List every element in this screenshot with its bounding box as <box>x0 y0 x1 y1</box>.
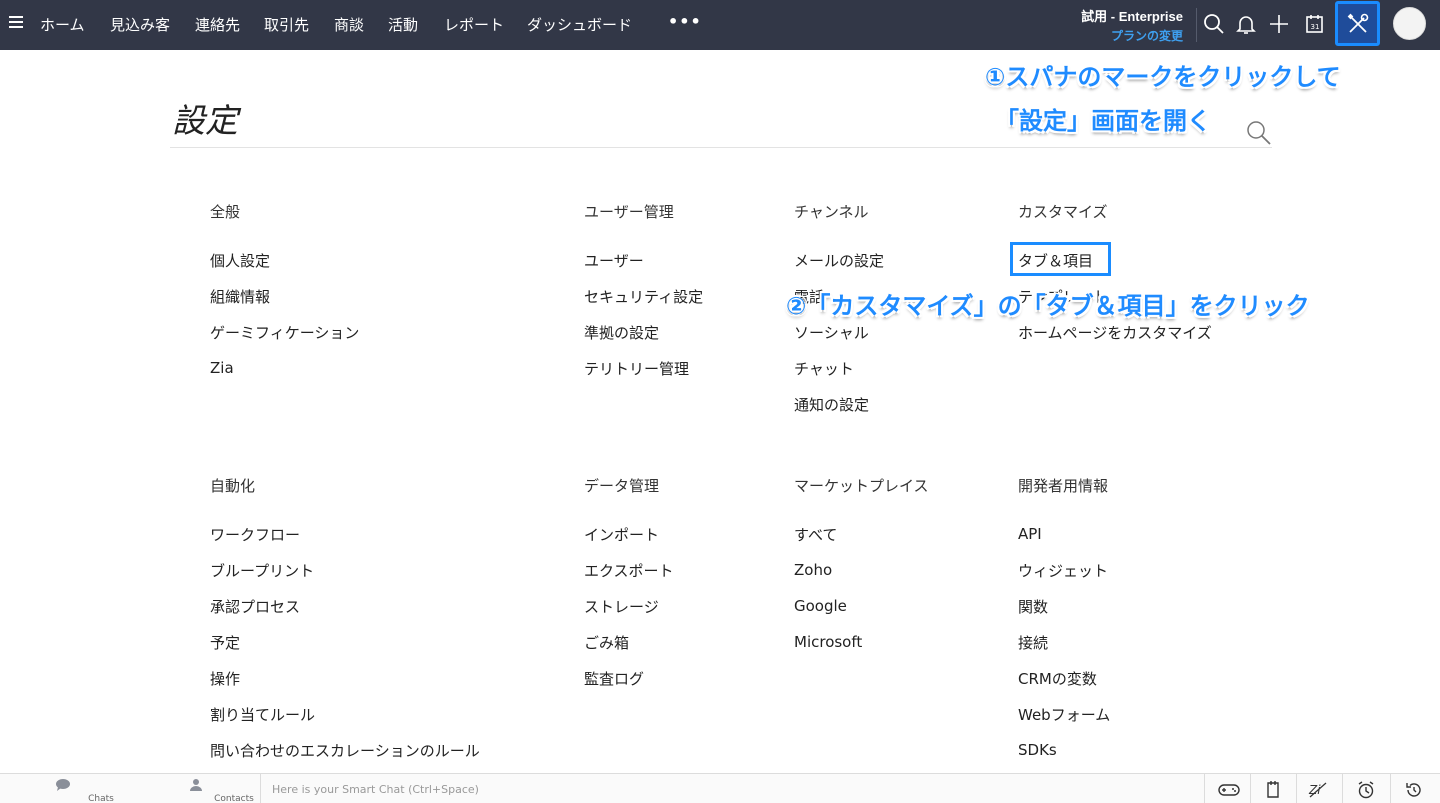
add-icon[interactable] <box>1267 12 1291 36</box>
section-heading-channels: チャンネル <box>794 203 869 221</box>
link-marketplace-microsoft[interactable]: Microsoft <box>794 633 862 651</box>
link-territory-management[interactable]: テリトリー管理 <box>584 358 689 379</box>
bottom-divider <box>1204 774 1205 803</box>
chat-bubble-icon <box>56 779 70 791</box>
link-schedules[interactable]: 予定 <box>210 632 240 653</box>
link-company-details[interactable]: 組織情報 <box>210 286 270 307</box>
section-heading-automation: 自動化 <box>210 477 256 495</box>
link-workflow[interactable]: ワークフロー <box>210 524 300 545</box>
nav-item-contacts[interactable]: 連絡先 <box>195 14 240 35</box>
link-approval-process[interactable]: 承認プロセス <box>210 596 300 617</box>
link-assignment-rules[interactable]: 割り当てルール <box>210 704 315 725</box>
setup-wrench-button[interactable] <box>1335 1 1380 46</box>
annotation-step2: ②「カスタマイズ」の「タブ＆項目」をクリック <box>786 292 1310 320</box>
link-crm-variables[interactable]: CRMの変数 <box>1018 668 1097 689</box>
link-widgets[interactable]: ウィジェット <box>1018 560 1108 581</box>
settings-search-icon[interactable] <box>1244 118 1272 146</box>
more-menu-icon[interactable]: ••• <box>668 12 702 31</box>
link-blueprint[interactable]: ブループリント <box>210 560 314 581</box>
contacts-button[interactable]: Contacts <box>158 774 254 803</box>
alarm-clock-icon[interactable] <box>1356 780 1376 800</box>
bottom-divider <box>1342 774 1343 803</box>
zia-icon[interactable]: Zi <box>1308 780 1328 800</box>
link-recycle-bin[interactable]: ごみ箱 <box>584 632 629 653</box>
link-import[interactable]: インポート <box>584 524 659 545</box>
link-marketplace-all[interactable]: すべて <box>794 524 837 545</box>
link-personal-settings[interactable]: 個人設定 <box>210 250 270 271</box>
nav-item-reports[interactable]: レポート <box>444 14 504 35</box>
bottom-divider <box>1250 774 1251 803</box>
link-users[interactable]: ユーザー <box>584 250 644 271</box>
bottom-divider <box>1296 774 1297 803</box>
change-plan-link[interactable]: プランの変更 <box>1111 27 1183 44</box>
section-heading-customize: カスタマイズ <box>1018 203 1108 221</box>
link-email-settings[interactable]: メールの設定 <box>794 250 884 271</box>
link-customize-home-page[interactable]: ホームページをカスタマイズ <box>1018 322 1212 343</box>
notification-bell-icon[interactable] <box>1234 12 1258 36</box>
user-avatar[interactable] <box>1393 7 1426 40</box>
hamburger-menu-icon[interactable] <box>9 16 23 28</box>
nav-divider <box>1196 8 1197 42</box>
link-zia[interactable]: Zia <box>210 359 234 377</box>
nav-item-home[interactable]: ホーム <box>40 14 85 35</box>
history-icon[interactable] <box>1404 780 1424 800</box>
bottom-divider <box>1390 774 1391 803</box>
nav-item-leads[interactable]: 見込み客 <box>110 14 170 35</box>
smart-chat-input[interactable]: Here is your Smart Chat (Ctrl+Space) <box>262 774 1192 803</box>
chats-button[interactable]: Chats <box>25 774 114 803</box>
search-icon[interactable] <box>1202 12 1226 36</box>
link-notification-settings[interactable]: 通知の設定 <box>794 394 869 415</box>
bottom-bar: Chats Contacts Here is your Smart Chat (… <box>0 773 1440 803</box>
section-heading-users: ユーザー管理 <box>584 203 674 221</box>
link-marketplace-zoho[interactable]: Zoho <box>794 561 832 579</box>
nav-item-activities[interactable]: 活動 <box>388 14 418 35</box>
link-audit-log[interactable]: 監査ログ <box>584 668 644 689</box>
calendar-icon[interactable]: 31 <box>1303 12 1327 36</box>
top-navigation-bar: ホーム 見込み客 連絡先 取引先 商談 活動 レポート ダッシュボード ••• … <box>0 0 1440 50</box>
link-gamification[interactable]: ゲーミフィケーション <box>210 322 359 343</box>
link-api[interactable]: API <box>1018 525 1042 543</box>
annotation-step1-line2: 「設定」画面を開く <box>995 107 1211 135</box>
link-storage[interactable]: ストレージ <box>584 596 659 617</box>
tabs-and-fields-highlight-box <box>1010 242 1111 276</box>
notes-icon[interactable] <box>1264 780 1284 800</box>
title-divider <box>170 147 1272 148</box>
svg-text:Zi: Zi <box>1308 783 1321 797</box>
link-compliance-settings[interactable]: 準拠の設定 <box>584 322 659 343</box>
section-heading-developer-space: 開発者用情報 <box>1018 477 1109 495</box>
section-heading-marketplace: マーケットプレイス <box>794 477 929 495</box>
page-title: 設定 <box>172 101 238 140</box>
trial-edition-label: 試用 - Enterprise <box>1081 9 1183 24</box>
section-heading-general: 全般 <box>210 203 241 221</box>
nav-item-accounts[interactable]: 取引先 <box>264 14 309 35</box>
wrench-screwdriver-icon <box>1347 13 1369 33</box>
link-case-escalation-rules[interactable]: 問い合わせのエスカレーションのルール <box>210 740 480 761</box>
svg-text:31: 31 <box>1311 23 1320 31</box>
link-security-control[interactable]: セキュリティ設定 <box>584 286 703 307</box>
nav-item-dashboards[interactable]: ダッシュボード <box>527 14 632 35</box>
bottom-divider <box>260 774 261 803</box>
link-actions[interactable]: 操作 <box>210 668 240 689</box>
gamepad-icon[interactable] <box>1217 780 1240 800</box>
link-webforms[interactable]: Webフォーム <box>1018 704 1110 725</box>
link-export[interactable]: エクスポート <box>584 560 674 581</box>
link-chat[interactable]: チャット <box>794 358 854 379</box>
nav-item-deals[interactable]: 商談 <box>334 14 364 35</box>
annotation-step1-line1: ①スパナのマークをクリックして <box>985 63 1341 91</box>
link-marketplace-google[interactable]: Google <box>794 597 847 615</box>
contact-person-icon <box>190 779 202 791</box>
link-social[interactable]: ソーシャル <box>794 322 869 343</box>
section-heading-data-administration: データ管理 <box>584 477 660 495</box>
chats-label: Chats <box>88 794 114 803</box>
link-functions[interactable]: 関数 <box>1018 596 1048 617</box>
link-sdks[interactable]: SDKs <box>1018 741 1057 759</box>
link-connections[interactable]: 接続 <box>1018 632 1048 653</box>
